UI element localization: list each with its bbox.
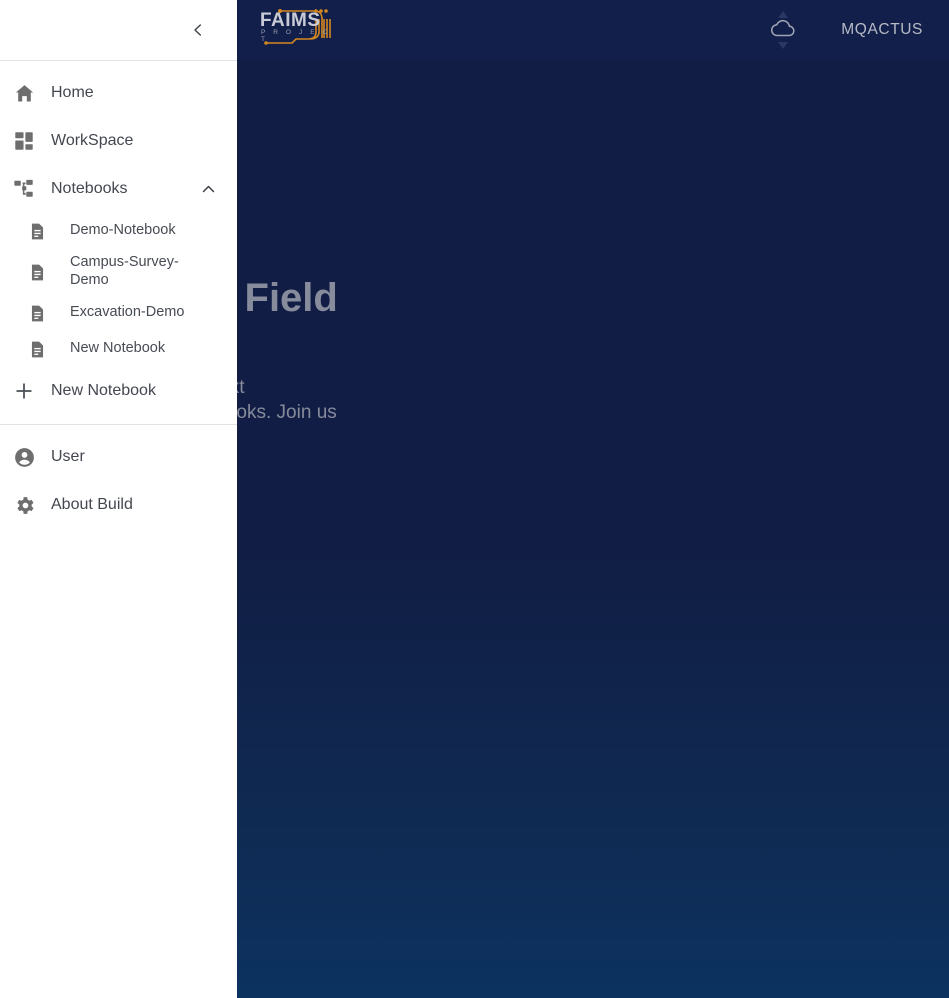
document-icon: [28, 222, 70, 241]
app-root: Electronic Field We are building the nex…: [0, 0, 949, 998]
sidebar-notebook-item[interactable]: Demo-Notebook: [0, 213, 237, 249]
drawer-header: [0, 0, 237, 60]
sidebar-item-home-label: Home: [51, 83, 94, 101]
sidebar-item-notebooks-label: Notebooks: [51, 179, 128, 197]
document-icon: [28, 304, 70, 323]
footer-nav-list: User About Build: [0, 425, 237, 529]
cloud-sync-glyph: [771, 10, 795, 49]
navigation-drawer: Home WorkSpace Notebooks Demo-Notebook C…: [0, 0, 237, 998]
gear-icon: [13, 494, 51, 517]
logo-subtitle: P R O J E C T: [261, 29, 331, 43]
new-notebook-label: New Notebook: [51, 381, 156, 399]
chevron-left-icon: [194, 24, 202, 36]
sidebar-item-user[interactable]: User: [0, 433, 237, 481]
sidebar-notebook-label: New Notebook: [70, 340, 166, 357]
sidebar-notebook-label: Excavation-Demo: [70, 304, 185, 321]
sidebar-item-home[interactable]: Home: [0, 69, 237, 117]
home-icon: [13, 82, 51, 105]
drawer-collapse-button[interactable]: [181, 13, 215, 47]
sidebar-item-workspace-label: WorkSpace: [51, 131, 134, 149]
sidebar-notebook-item[interactable]: New Notebook: [0, 331, 237, 367]
faims-logo[interactable]: FAIMS P R O J E C T: [258, 5, 336, 50]
document-icon: [28, 340, 70, 359]
notebook-sublist: Demo-Notebook Campus-Survey-Demo Excavat…: [0, 213, 237, 367]
sidebar-item-about-build-label: About Build: [51, 495, 133, 513]
sidebar-item-notebooks[interactable]: Notebooks: [0, 165, 237, 213]
username-label[interactable]: MQACTUS: [841, 21, 923, 39]
dashboard-icon: [13, 130, 51, 152]
document-icon: [28, 263, 70, 282]
cloud-sync-icon[interactable]: [763, 8, 803, 52]
account-tree-icon: [13, 178, 51, 200]
plus-icon: [13, 380, 51, 402]
sidebar-item-about-build[interactable]: About Build: [0, 481, 237, 529]
sidebar-item-user-label: User: [51, 447, 85, 465]
logo-title: FAIMS: [260, 10, 321, 31]
sidebar-notebook-label: Demo-Notebook: [70, 222, 176, 239]
new-notebook-button[interactable]: New Notebook: [0, 367, 237, 415]
chevron-up-icon[interactable]: [200, 181, 217, 198]
app-bar-right: MQACTUS: [763, 0, 949, 59]
sidebar-item-workspace[interactable]: WorkSpace: [0, 117, 237, 165]
sidebar-notebook-item[interactable]: Campus-Survey-Demo: [0, 249, 237, 295]
primary-nav-list: Home WorkSpace Notebooks Demo-Notebook C…: [0, 61, 237, 415]
sidebar-notebook-item[interactable]: Excavation-Demo: [0, 295, 237, 331]
account-circle-icon: [13, 446, 51, 469]
sidebar-notebook-label: Campus-Survey-Demo: [70, 254, 179, 288]
